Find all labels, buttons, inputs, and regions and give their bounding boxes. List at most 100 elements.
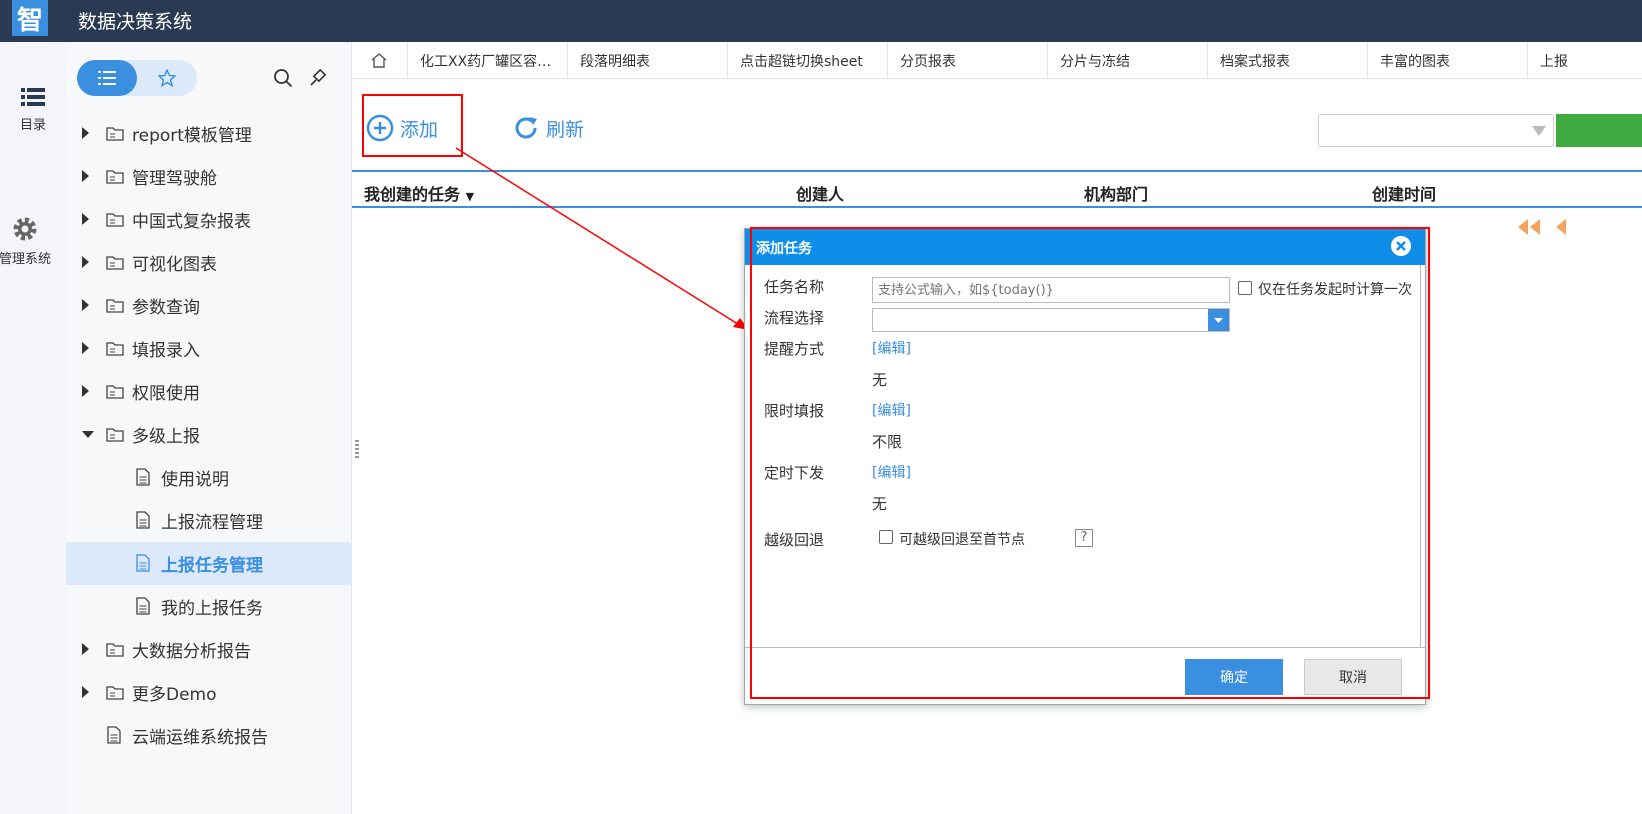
remind-value: 无 <box>872 371 888 389</box>
folder-icon <box>106 385 124 399</box>
tree-node[interactable]: 可视化图表 <box>66 241 352 284</box>
tree-leaf-label: 上报流程管理 <box>161 513 263 533</box>
tree-node-label: 填报录入 <box>132 341 200 361</box>
filter-select[interactable] <box>1318 114 1554 147</box>
tree-node-label: 管理驾驶舱 <box>132 169 217 189</box>
deadline-edit-link[interactable]: [编辑] <box>872 400 911 420</box>
flow-label: 流程选择 <box>764 309 825 327</box>
folder-icon <box>106 428 124 442</box>
refresh-button[interactable]: 刷新 <box>512 112 584 144</box>
chevron-down-icon <box>1214 318 1223 323</box>
pin-icon[interactable] <box>308 68 328 88</box>
tree-leaf[interactable]: 我的上报任务 <box>66 585 352 628</box>
schedule-value: 无 <box>872 495 888 513</box>
expand-arrow-icon[interactable] <box>82 643 89 655</box>
skip-label: 越级回退 <box>764 531 825 549</box>
star-icon <box>158 69 176 87</box>
compute-once-label: 仅在任务发起时计算一次 <box>1258 282 1412 298</box>
pager-first-icon[interactable] <box>1516 218 1642 236</box>
flow-select[interactable] <box>872 308 1230 332</box>
expand-arrow-icon[interactable] <box>82 385 89 397</box>
dialog-footer: 确定 取消 <box>745 647 1425 704</box>
tree-node-label: 更多Demo <box>132 685 217 705</box>
folder-icon <box>106 127 124 141</box>
tree-node-label: 中国式复杂报表 <box>132 212 251 232</box>
expand-arrow-icon[interactable] <box>82 686 89 698</box>
dropdown-button[interactable] <box>1208 309 1229 331</box>
tree-node-label: 权限使用 <box>132 384 200 404</box>
tree-leaf[interactable]: 上报流程管理 <box>66 499 352 542</box>
favorites-button[interactable] <box>137 60 197 96</box>
expand-arrow-icon[interactable] <box>82 342 89 354</box>
tab-report[interactable]: 分片与冻结 <box>1048 42 1208 79</box>
tree-node-label: report模板管理 <box>132 126 252 146</box>
search-icon[interactable] <box>273 68 293 88</box>
column-header-department: 机构部门 <box>1084 185 1149 204</box>
column-header-my-tasks[interactable]: 我创建的任务 ▼ <box>364 181 474 205</box>
tree-leaf-label: 上报任务管理 <box>161 556 263 576</box>
tree-leaf[interactable]: 云端运维系统报告 <box>66 714 352 757</box>
query-button[interactable] <box>1556 114 1642 147</box>
tree-node[interactable]: 权限使用 <box>66 370 352 413</box>
expand-arrow-icon[interactable] <box>82 213 89 225</box>
help-icon[interactable]: ? <box>1075 529 1093 547</box>
tree-node[interactable]: 填报录入 <box>66 327 352 370</box>
folder-icon <box>106 170 124 184</box>
skip-checkbox[interactable] <box>879 530 893 544</box>
tree-node[interactable]: 管理驾驶舱 <box>66 155 352 198</box>
tree-node[interactable]: 更多Demo <box>66 671 352 714</box>
tree-node[interactable]: 参数查询 <box>66 284 352 327</box>
tree-leaf[interactable]: 使用说明 <box>66 456 352 499</box>
task-name-input[interactable] <box>872 277 1230 303</box>
refresh-icon <box>515 117 537 139</box>
tree-node-expanded[interactable]: 多级上报 <box>66 413 352 456</box>
tab-bar: 化工XX药厂罐区容… 段落明细表 点击超链切换sheet 分页报表 分片与冻结 … <box>352 42 1642 79</box>
expand-arrow-icon[interactable] <box>82 127 89 139</box>
folder-icon <box>106 256 124 270</box>
expand-arrow-icon[interactable] <box>82 256 89 268</box>
tree-leaf-label: 我的上报任务 <box>161 599 263 619</box>
top-bar: 智 数据决策系统 <box>0 0 1642 42</box>
chevron-down-icon <box>1532 126 1546 136</box>
dialog-title: 添加任务 <box>745 229 1425 265</box>
left-rail: 目录 管理系统 <box>0 42 66 814</box>
tree-node[interactable]: 中国式复杂报表 <box>66 198 352 241</box>
tab-report[interactable]: 丰富的图表 <box>1368 42 1528 79</box>
app-logo: 智 <box>12 0 48 36</box>
confirm-button[interactable]: 确定 <box>1185 659 1283 695</box>
tab-home[interactable] <box>352 42 408 79</box>
document-icon <box>107 726 121 744</box>
refresh-button-label: 刷新 <box>546 118 585 141</box>
tab-report[interactable]: 档案式报表 <box>1208 42 1368 79</box>
task-grid-header: 我创建的任务 ▼ 创建人 机构部门 创建时间 <box>352 170 1642 208</box>
resize-handle[interactable] <box>355 440 359 458</box>
document-icon <box>136 468 150 486</box>
list-view-button[interactable] <box>77 60 137 96</box>
rail-catalog[interactable]: 目录 <box>0 86 66 133</box>
caret-down-icon: ▼ <box>465 190 475 203</box>
tree-leaf-label: 云端运维系统报告 <box>132 728 268 748</box>
folder-icon <box>106 299 124 313</box>
tree-leaf-selected[interactable]: 上报任务管理 <box>66 542 352 585</box>
expand-arrow-icon[interactable] <box>82 299 89 311</box>
tab-report[interactable]: 上报 <box>1528 42 1642 79</box>
compute-once-checkbox[interactable] <box>1238 281 1252 295</box>
tab-report[interactable]: 段落明细表 <box>568 42 728 79</box>
rail-admin-label: 管理系统 <box>0 252 51 267</box>
sidebar: report模板管理 管理驾驶舱 中国式复杂报表 可视化图表 参数查询 填报录入… <box>66 42 352 814</box>
collapse-arrow-icon[interactable] <box>82 431 94 438</box>
schedule-edit-link[interactable]: [编辑] <box>872 462 911 482</box>
tab-report[interactable]: 化工XX药厂罐区容… <box>408 42 568 79</box>
remind-edit-link[interactable]: [编辑] <box>872 338 911 358</box>
dialog-body: 任务名称 仅在任务发起时计算一次 流程选择 提醒方式 [编辑] 无 限时填报 [… <box>751 265 1421 647</box>
deadline-label: 限时填报 <box>764 402 825 420</box>
tree-node[interactable]: report模板管理 <box>66 112 352 155</box>
cancel-button[interactable]: 取消 <box>1304 659 1402 695</box>
column-header-label: 我创建的任务 <box>364 185 461 204</box>
tab-report[interactable]: 点击超链切换sheet <box>728 42 888 79</box>
tree-node[interactable]: 大数据分析报告 <box>66 628 352 671</box>
rail-admin[interactable]: 管理系统 <box>0 216 58 267</box>
tab-report[interactable]: 分页报表 <box>888 42 1048 79</box>
expand-arrow-icon[interactable] <box>82 170 89 182</box>
close-icon[interactable] <box>1391 236 1411 256</box>
